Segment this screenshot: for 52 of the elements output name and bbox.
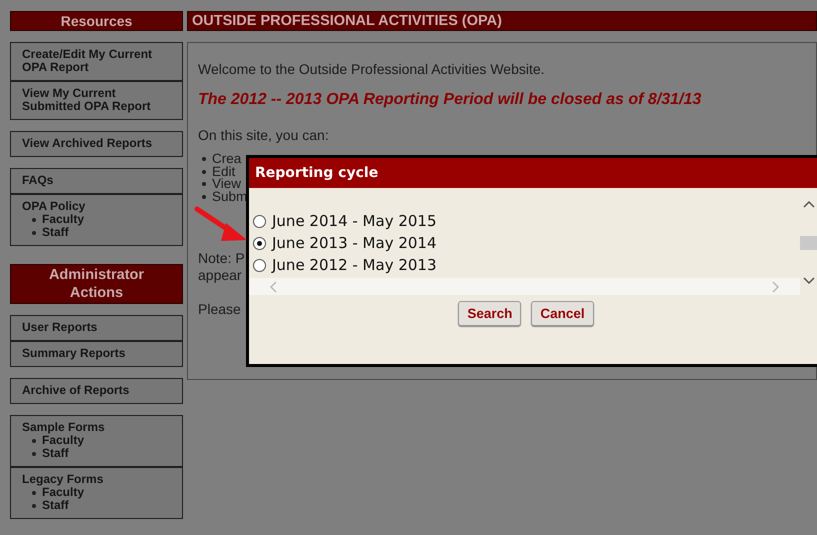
- bullet-icon: [202, 182, 206, 186]
- sub-link[interactable]: Faculty: [42, 434, 84, 447]
- option-label[interactable]: June 2013 - May 2014: [272, 234, 437, 252]
- sub-link[interactable]: Staff: [42, 499, 69, 512]
- sub-link[interactable]: Staff: [42, 226, 69, 239]
- bullet-icon: [202, 170, 206, 174]
- list-item: Crea: [212, 153, 242, 166]
- bullet-icon: [32, 230, 36, 234]
- radio-button[interactable]: [253, 258, 266, 272]
- bullet-icon: [32, 218, 36, 222]
- note-text: Note: P: [198, 250, 245, 267]
- radio-button[interactable]: [253, 214, 266, 228]
- list-item: View: [212, 178, 242, 190]
- sidebar-item[interactable]: User Reports: [10, 315, 183, 341]
- dialog-button[interactable]: Cancel: [531, 301, 594, 326]
- list-item: Subm: [212, 190, 248, 203]
- scroll-thumb[interactable]: [800, 236, 817, 250]
- bullet-icon: [32, 452, 36, 456]
- bullet-icon: [202, 157, 206, 162]
- welcome-text: Welcome to the Outside Professional Activities Website.: [198, 61, 545, 77]
- dialog-title: Reporting cycle: [249, 158, 817, 188]
- bullet-icon: [32, 438, 36, 442]
- pointer-arrow: [194, 206, 247, 241]
- page-title: OUTSIDE PROFESSIONAL ACTIVITIES (OPA): [187, 11, 817, 31]
- sidebar-item[interactable]: FAQs: [10, 168, 183, 194]
- note-text: appear: [198, 267, 242, 284]
- section-header: Administrator Actions: [10, 264, 183, 304]
- sub-link[interactable]: Faculty: [42, 213, 84, 226]
- sub-link[interactable]: Staff: [42, 447, 69, 460]
- scroll-down-icon[interactable]: [802, 277, 814, 285]
- bullet-icon: [202, 194, 206, 199]
- closing-text: Please: [198, 301, 241, 317]
- bullet-icon: [32, 490, 36, 494]
- sidebar-item[interactable]: View Archived Reports: [10, 131, 183, 157]
- bullet-icon: [32, 504, 36, 508]
- sidebar-item[interactable]: View My Current Submitted OPA Report: [10, 81, 183, 120]
- option-label[interactable]: June 2014 - May 2015: [272, 212, 437, 230]
- sidebar-item[interactable]: Summary Reports: [10, 341, 183, 367]
- list-item: Edit: [212, 166, 236, 178]
- radio-button[interactable]: [253, 236, 266, 250]
- option-label[interactable]: June 2012 - May 2013: [272, 256, 437, 274]
- sidebar-item[interactable]: Sample Forms Faculty Staff: [10, 415, 183, 467]
- sidebar-item[interactable]: Archive of Reports: [10, 378, 183, 404]
- sidebar-item[interactable]: Create/Edit My Current OPA Report: [10, 42, 183, 81]
- notice-text: The 2012 -- 2013 OPA Reporting Period will be closed as of 8/31/13: [198, 91, 702, 109]
- sidebar-item[interactable]: OPA Policy Faculty Staff: [10, 194, 183, 246]
- scroll-up-icon[interactable]: [802, 200, 814, 208]
- dialog-button[interactable]: Search: [458, 301, 522, 326]
- section-header: Resources: [10, 11, 183, 31]
- sidebar-item[interactable]: Legacy Forms Faculty Staff: [10, 467, 183, 519]
- sub-link[interactable]: Faculty: [42, 486, 84, 499]
- intro-text: On this site, you can:: [198, 127, 329, 143]
